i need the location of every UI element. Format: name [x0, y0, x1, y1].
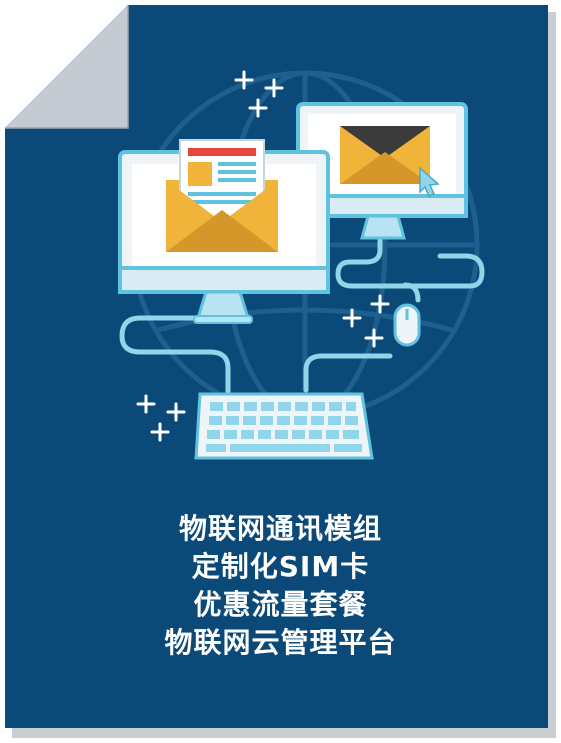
envelope-icon [166, 139, 278, 252]
document-cover: 物联网通讯模组 定制化SIM卡 优惠流量套餐 物联网云管理平台 [0, 0, 561, 743]
caption-line-3: 优惠流量套餐 [193, 588, 368, 621]
caption-line-1: 物联网通讯模组 [178, 512, 382, 545]
caption-line-2: 定制化SIM卡 [191, 550, 370, 583]
caption-block: 物联网通讯模组 定制化SIM卡 优惠流量套餐 物联网云管理平台 [0, 510, 561, 662]
folded-corner [5, 5, 128, 128]
mouse-icon [393, 303, 421, 347]
keyboard-icon [194, 392, 374, 460]
envelope-icon [340, 126, 430, 184]
caption-line-4: 物联网云管理平台 [164, 626, 397, 659]
